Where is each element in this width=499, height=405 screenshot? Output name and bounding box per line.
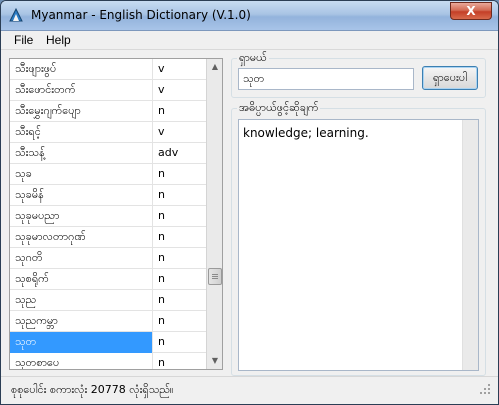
list-item[interactable]: သီးရင့် v bbox=[10, 122, 207, 143]
word-cell: သုညကမ္ဘာ bbox=[10, 311, 153, 332]
list-item[interactable]: သုခုမပညာ n bbox=[10, 206, 207, 227]
list-item[interactable]: သုစရိုက် n bbox=[10, 269, 207, 290]
part-of-speech-cell: v bbox=[158, 125, 165, 138]
word-cell: သုစရိုက် bbox=[10, 269, 153, 290]
up-arrow-icon[interactable]: ▲ bbox=[207, 59, 222, 75]
part-of-speech-cell: v bbox=[158, 62, 165, 75]
list-item[interactable]: သုတ n bbox=[10, 332, 207, 353]
part-of-speech-cell: n bbox=[158, 209, 165, 222]
resize-grip-icon[interactable] bbox=[472, 380, 494, 400]
word-cell: သီးမွှေးဂျက်ပျော bbox=[10, 101, 153, 122]
list-item[interactable]: သီးမွှေးဂျက်ပျော n bbox=[10, 101, 207, 122]
part-of-speech-cell: adv bbox=[158, 146, 179, 159]
definition-group-label: အဓိပ္ပာယ်ဖွင့်ဆိုချက် bbox=[237, 101, 321, 117]
part-of-speech-cell: n bbox=[158, 314, 165, 327]
menu-bar: File Help bbox=[1, 31, 498, 50]
part-of-speech-cell: n bbox=[158, 272, 165, 285]
word-cell: သုတ bbox=[10, 332, 153, 353]
definition-scrollbar[interactable] bbox=[462, 120, 478, 370]
menu-help[interactable]: Help bbox=[43, 33, 74, 47]
word-cell: သုခ bbox=[10, 164, 153, 185]
list-item[interactable]: သုဂတိ n bbox=[10, 248, 207, 269]
list-item[interactable]: သီးဖောင်းတက် v bbox=[10, 80, 207, 101]
list-item[interactable]: သုည n bbox=[10, 290, 207, 311]
word-cell: သီးဖျားဖွပ် bbox=[10, 59, 153, 80]
part-of-speech-cell: n bbox=[158, 230, 165, 243]
word-cell: သုခုမာလတာဂုဏ် bbox=[10, 227, 153, 248]
list-item[interactable]: သုတစာပေ n bbox=[10, 353, 207, 369]
list-item[interactable]: သုခ n bbox=[10, 164, 207, 185]
menu-file[interactable]: File bbox=[11, 33, 36, 47]
definition-text: knowledge; learning. bbox=[243, 126, 369, 140]
word-cell: သုတစာပေ bbox=[10, 353, 153, 369]
word-cell: သုခုမပညာ bbox=[10, 206, 153, 227]
search-button[interactable]: ရှာပေးပါ bbox=[422, 66, 478, 90]
close-button[interactable]: X bbox=[450, 2, 492, 20]
search-group-label: ရှာမယ် bbox=[237, 51, 269, 67]
word-list[interactable]: သီးဖျားဖွပ် v သီးဖောင်းတက် v သီးမွှေးဂျက်ပျေ… bbox=[9, 58, 223, 370]
word-list-scrollbar[interactable]: ▲ ▼ bbox=[206, 59, 222, 369]
part-of-speech-cell: n bbox=[158, 167, 165, 180]
part-of-speech-cell: n bbox=[158, 356, 165, 369]
word-cell: သီးသန့် bbox=[10, 143, 153, 164]
list-item[interactable]: သီးသန့် adv bbox=[10, 143, 207, 164]
part-of-speech-cell: n bbox=[158, 188, 165, 201]
list-item[interactable]: သီးဖျားဖွပ် v bbox=[10, 59, 207, 80]
part-of-speech-cell: n bbox=[158, 293, 165, 306]
part-of-speech-cell: n bbox=[158, 335, 165, 348]
status-bar: စုစုပေါင်း စကားလုံး 20778 လုံးရှိသည်။ bbox=[1, 376, 498, 404]
word-cell: သုည bbox=[10, 290, 153, 311]
status-text: စုစုပေါင်း စကားလုံး 20778 လုံးရှိသည်။ bbox=[11, 383, 174, 396]
dictionary-app-icon bbox=[7, 7, 25, 25]
list-item[interactable]: သုညကမ္ဘာ n bbox=[10, 311, 207, 332]
list-item[interactable]: သုခုမာလတာဂုဏ် n bbox=[10, 227, 207, 248]
title-bar[interactable]: Myanmar - English Dictionary (V.1.0) X bbox=[1, 1, 498, 31]
search-input[interactable]: သုတ bbox=[238, 68, 414, 90]
word-cell: သီးရင့် bbox=[10, 122, 153, 143]
part-of-speech-cell: v bbox=[158, 83, 165, 96]
window-title: Myanmar - English Dictionary (V.1.0) bbox=[31, 8, 251, 22]
word-cell: သုခမိန် bbox=[10, 185, 153, 206]
main-window: Myanmar - English Dictionary (V.1.0) X F… bbox=[0, 0, 499, 405]
down-arrow-icon[interactable]: ▼ bbox=[207, 353, 222, 369]
definition-box[interactable]: knowledge; learning. bbox=[238, 119, 479, 371]
part-of-speech-cell: n bbox=[158, 104, 165, 117]
part-of-speech-cell: n bbox=[158, 251, 165, 264]
word-cell: သုဂတိ bbox=[10, 248, 153, 269]
list-item[interactable]: သုခမိန် n bbox=[10, 185, 207, 206]
word-cell: သီးဖောင်းတက် bbox=[10, 80, 153, 101]
scroll-thumb[interactable] bbox=[208, 268, 222, 285]
